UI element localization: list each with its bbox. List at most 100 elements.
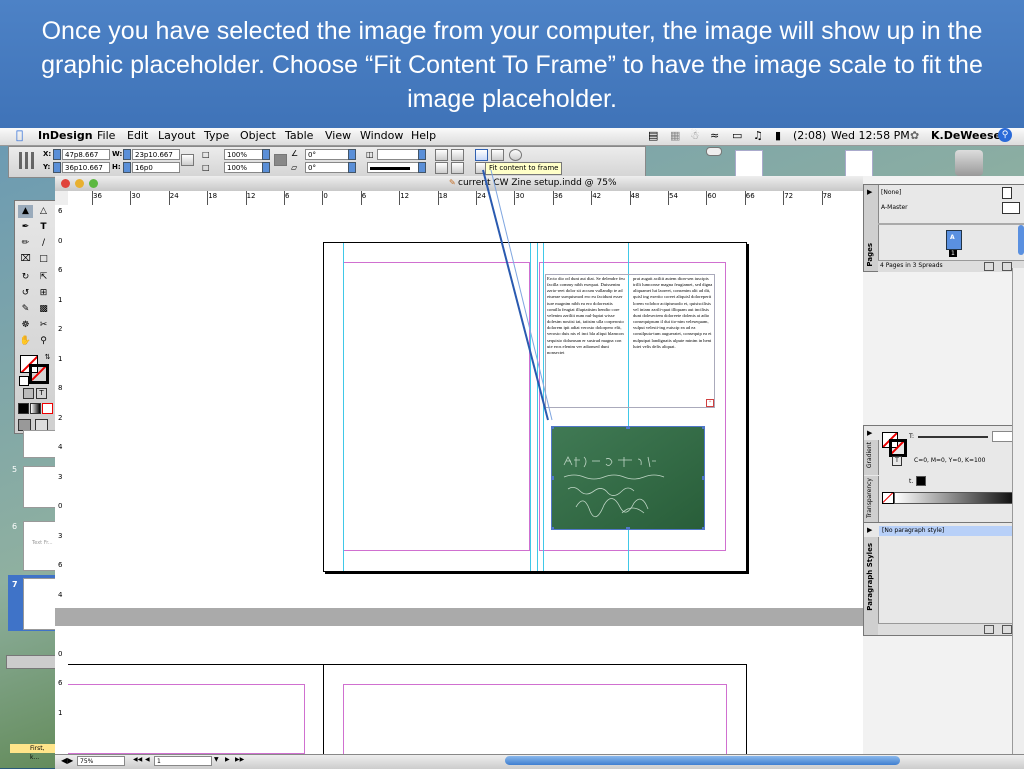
apple-icon[interactable]:  — [16, 128, 23, 142]
apply-gradient-icon[interactable] — [30, 403, 41, 414]
menu-edit[interactable]: Edit — [127, 129, 148, 142]
select-content-button[interactable] — [451, 162, 464, 174]
swap-fill-stroke-icon[interactable]: ⇅ — [40, 351, 55, 364]
none-swatch[interactable] — [882, 492, 894, 504]
scale-x-dropdown[interactable] — [262, 149, 270, 160]
type-tool-icon[interactable]: T — [36, 221, 51, 234]
next-page-icon[interactable]: ▶ — [225, 756, 230, 763]
page-thumbnail[interactable] — [23, 578, 57, 630]
paragraph-style-selected[interactable]: [No paragraph style] — [879, 526, 1022, 536]
flip-horizontal-button[interactable] — [435, 149, 448, 161]
rectangle-frame-tool-icon[interactable]: ⌧ — [18, 253, 33, 266]
apply-color-icon[interactable] — [18, 403, 29, 414]
h-field[interactable]: 16p0 — [132, 162, 180, 173]
stroke-type-field[interactable] — [367, 162, 423, 173]
tint-field[interactable] — [992, 431, 1014, 442]
horizontal-scroll-thumb[interactable] — [505, 756, 900, 765]
rectangle-tool-icon[interactable]: □ — [36, 253, 51, 266]
formatting-container-icon[interactable] — [23, 388, 34, 399]
script-menu-icon[interactable]: ▤ — [648, 129, 658, 142]
selection-handle[interactable] — [552, 476, 554, 480]
minimize-button[interactable] — [75, 179, 84, 188]
scale-y-dropdown[interactable] — [262, 162, 270, 173]
w-stepper[interactable] — [123, 149, 131, 160]
menu-app-name[interactable]: InDesign — [38, 129, 93, 142]
pages-scrollbar[interactable] — [1018, 225, 1024, 255]
w-field[interactable]: 23p10.667 — [132, 149, 180, 160]
new-page-icon[interactable] — [984, 262, 994, 271]
shear-tool-icon[interactable]: ↺ — [18, 287, 33, 300]
panel-menu-icon[interactable]: ▶ — [867, 526, 872, 534]
selection-tool-icon[interactable]: ▲ — [18, 205, 33, 218]
x-stepper[interactable] — [53, 149, 61, 160]
first-page-icon[interactable]: ◀◀ — [133, 756, 142, 763]
center-content-button[interactable] — [509, 149, 522, 161]
stroke-swatch-icon[interactable] — [29, 364, 49, 384]
panel-menu-icon[interactable]: ▶ — [867, 429, 872, 437]
gradient-tab[interactable]: Gradient — [864, 440, 879, 475]
page-field[interactable]: 1 — [154, 756, 212, 766]
delete-style-icon[interactable] — [1002, 625, 1012, 634]
menu-window[interactable]: Window — [360, 129, 403, 142]
scissors-tool-icon[interactable]: ✂ — [36, 319, 51, 332]
rotate-dropdown[interactable] — [348, 149, 356, 160]
new-style-icon[interactable] — [984, 625, 994, 634]
default-colors-icon[interactable] — [19, 376, 29, 386]
menu-user[interactable]: K.DeWeese — [931, 129, 1001, 142]
bluetooth-icon[interactable]: ☃ — [690, 129, 700, 142]
scale-tool-icon[interactable]: ⇱ — [36, 271, 51, 284]
fill-stroke-mini-icon[interactable]: ◫ — [366, 150, 374, 159]
line-tool-icon[interactable]: ∕ — [36, 237, 51, 250]
free-transform-tool-icon[interactable]: ⊞ — [36, 287, 51, 300]
stroke-type-dropdown[interactable] — [418, 162, 426, 173]
selection-handle[interactable] — [702, 427, 704, 429]
a-master[interactable]: A-Master — [881, 204, 908, 211]
wifi-icon[interactable]: ≈ — [710, 129, 719, 142]
menu-help[interactable]: Help — [411, 129, 436, 142]
image-frame[interactable] — [551, 426, 705, 530]
pen-tool-icon[interactable]: ✒ — [18, 221, 33, 234]
selection-handle[interactable] — [702, 527, 704, 529]
flip-vertical-button[interactable] — [451, 149, 464, 161]
tint-slider[interactable] — [918, 436, 988, 438]
text-frame[interactable]: Ercto dio od dunt aut diat. Se delendre … — [545, 274, 715, 408]
reference-point-icon[interactable] — [19, 152, 34, 169]
overset-icon[interactable]: + — [706, 399, 714, 407]
h-stepper[interactable] — [123, 162, 131, 173]
stroke-swatch-icon[interactable] — [889, 439, 907, 457]
none-master[interactable]: [None] — [881, 189, 901, 196]
delete-page-icon[interactable] — [1002, 262, 1012, 271]
menu-layout[interactable]: Layout — [158, 129, 195, 142]
selection-handle[interactable] — [626, 527, 630, 529]
page-thumbnail[interactable] — [23, 430, 57, 458]
stroke-weight-dropdown[interactable] — [418, 149, 426, 160]
select-container-button[interactable] — [435, 162, 448, 174]
zoom-field[interactable]: 75% — [77, 756, 125, 766]
gradient-ramp[interactable] — [894, 492, 1022, 504]
stroke-weight-field[interactable] — [377, 149, 423, 160]
zoom-arrow-icon[interactable]: ◀▶ — [61, 756, 73, 765]
page-thumbnail[interactable]: Text Fr... — [23, 521, 57, 571]
rotate-tool-icon[interactable]: ↻ — [18, 271, 33, 284]
menu-file[interactable]: File — [97, 129, 115, 142]
menu-clock[interactable]: Wed 12:58 PM — [831, 129, 910, 142]
menu-type[interactable]: Type — [204, 129, 229, 142]
menu-object[interactable]: Object — [240, 129, 276, 142]
selection-handle[interactable] — [552, 527, 554, 529]
prev-page-icon[interactable]: ◀ — [145, 756, 150, 763]
menu-table[interactable]: Table — [285, 129, 313, 142]
vertical-ruler[interactable]: 606121824303642061 — [55, 205, 69, 755]
gradient-swatch[interactable] — [916, 476, 926, 486]
last-page-icon[interactable]: ▶▶ — [235, 756, 244, 763]
y-stepper[interactable] — [53, 162, 61, 173]
formatting-text-icon[interactable]: T — [892, 456, 902, 466]
selection-handle[interactable] — [626, 427, 630, 429]
formatting-text-icon[interactable]: T — [36, 388, 47, 399]
button-tool-icon[interactable]: ☸ — [18, 319, 33, 332]
shear-field[interactable]: 0° — [305, 162, 349, 173]
shear-dropdown[interactable] — [348, 162, 356, 173]
panel-menu-icon[interactable]: ▶ — [867, 188, 872, 196]
rotate-field[interactable]: 0° — [305, 149, 349, 160]
menu-view[interactable]: View — [325, 129, 351, 142]
page-dropdown-icon[interactable]: ▼ — [214, 756, 219, 763]
